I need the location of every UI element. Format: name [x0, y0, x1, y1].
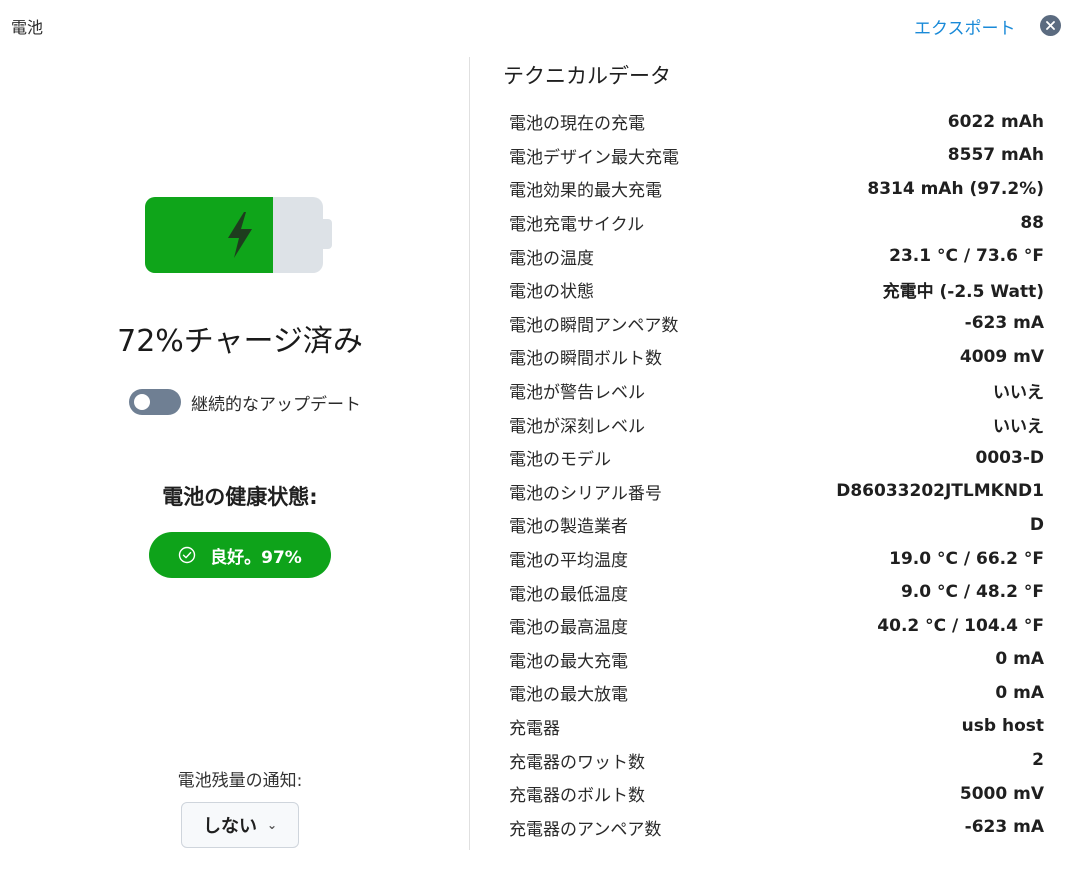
tech-row-label: 電池の瞬間ボルト数: [509, 349, 662, 370]
tech-row-label: 電池の温度: [509, 248, 594, 269]
tech-row-value: 88: [1020, 212, 1044, 233]
tech-row-label: 充電器のワット数: [509, 752, 645, 773]
tech-row-label: 充電器のアンペア数: [509, 819, 662, 840]
tech-row-label: 電池の最高温度: [509, 618, 628, 639]
tech-row: 電池のモデル 0003-D: [509, 441, 1044, 475]
tech-row-value: usb host: [961, 716, 1044, 737]
continuous-update-label: 継続的なアップデート: [191, 394, 361, 415]
tech-row-label: 電池の瞬間アンペア数: [509, 315, 679, 336]
tech-row-label: 電池の最大充電: [509, 651, 628, 672]
export-link[interactable]: エクスポート: [914, 14, 1016, 39]
tech-data-title: テクニカルデータ: [503, 64, 671, 88]
lightning-bolt-icon: [228, 212, 252, 258]
tech-row-value: 19.0 °C / 66.2 °F: [889, 548, 1044, 569]
tech-row-label: 電池が深刻レベル: [509, 416, 645, 437]
tech-row-label: 充電器: [509, 718, 560, 739]
tech-row-value: 4009 mV: [959, 346, 1044, 367]
tech-row-value: 5000 mV: [959, 783, 1044, 804]
tech-row: 電池の製造業者 D: [509, 508, 1044, 542]
tech-row-value: -623 mA: [964, 313, 1044, 334]
notify-selected-value: しない: [202, 816, 257, 837]
chevron-down-icon: ⌄: [266, 818, 278, 832]
tech-row-value: 23.1 °C / 73.6 °F: [889, 246, 1044, 267]
tech-row-label: 電池充電サイクル: [509, 215, 645, 236]
check-circle-icon: [178, 546, 196, 564]
tech-row-label: 電池デザイン最大充電: [509, 147, 679, 168]
tech-row-value: 0003-D: [975, 447, 1044, 468]
tech-row: 電池の温度 23.1 °C / 73.6 °F: [509, 239, 1044, 273]
close-button[interactable]: [1040, 15, 1061, 36]
tech-row-label: 電池の現在の充電: [509, 114, 645, 135]
window-title: 電池: [11, 18, 44, 37]
health-badge-text: 良好。97%: [210, 547, 302, 568]
tech-row: 充電器のボルト数 5000 mV: [509, 777, 1044, 811]
tech-row-value: 0 mA: [995, 649, 1044, 670]
tech-row-value: 0 mA: [995, 682, 1044, 703]
tech-row-label: 電池の状態: [509, 282, 594, 303]
tech-row-value: D86033202JTLMKND1: [836, 481, 1044, 502]
tech-row-label: 電池のモデル: [509, 450, 611, 471]
tech-row-label: 電池の平均温度: [509, 551, 628, 572]
tech-row-label: 電池が警告レベル: [509, 383, 645, 404]
tech-row: 電池の状態 充電中 (-2.5 Watt): [509, 273, 1044, 307]
battery-cap: [323, 219, 332, 249]
toggle-knob: [134, 394, 150, 410]
tech-row-value: 40.2 °C / 104.4 °F: [877, 615, 1044, 636]
health-badge: 良好。97%: [149, 532, 331, 578]
tech-row: 電池の瞬間アンペア数 -623 mA: [509, 307, 1044, 341]
tech-data-table: 電池の現在の充電 6022 mAh 電池デザイン最大充電 8557 mAh 電池効果的最…: [509, 105, 1044, 844]
tech-row-value: -623 mA: [964, 817, 1044, 838]
tech-row-value: D: [1029, 514, 1044, 535]
tech-row-value: 充電中 (-2.5 Watt): [882, 282, 1044, 303]
tech-row-label: 電池の製造業者: [509, 517, 628, 538]
tech-row: 電池の最大充電 0 mA: [509, 643, 1044, 677]
tech-row-label: 充電器のボルト数: [509, 786, 645, 807]
tech-row-label: 電池効果的最大充電: [509, 181, 662, 202]
panel-divider: [469, 57, 470, 850]
tech-row: 充電器 usb host: [509, 710, 1044, 744]
tech-row: 電池の現在の充電 6022 mAh: [509, 105, 1044, 139]
tech-row: 電池のシリアル番号 D86033202JTLMKND1: [509, 475, 1044, 509]
continuous-update-toggle[interactable]: [129, 389, 181, 415]
tech-row-label: 電池の最大放電: [509, 685, 628, 706]
notify-label: 電池残量の通知:: [177, 771, 303, 791]
tech-row-value: 2: [1032, 750, 1044, 771]
tech-row: 充電器のアンペア数 -623 mA: [509, 810, 1044, 844]
close-icon: [1046, 21, 1055, 30]
tech-row-value: 8314 mAh (97.2%): [867, 178, 1044, 199]
tech-row: 電池デザイン最大充電 8557 mAh: [509, 139, 1044, 173]
tech-row-value: 9.0 °C / 48.2 °F: [900, 582, 1044, 603]
tech-row: 電池の最高温度 40.2 °C / 104.4 °F: [509, 609, 1044, 643]
tech-row-value: 6022 mAh: [947, 111, 1044, 132]
tech-row-value: いいえ: [993, 383, 1044, 404]
tech-row: 電池が深刻レベル いいえ: [509, 407, 1044, 441]
tech-row: 充電器のワット数 2: [509, 743, 1044, 777]
notify-dropdown[interactable]: しない ⌄: [181, 802, 299, 848]
tech-row: 電池の最低温度 9.0 °C / 48.2 °F: [509, 575, 1044, 609]
tech-row-value: 8557 mAh: [947, 145, 1044, 166]
tech-row: 電池の最大放電 0 mA: [509, 676, 1044, 710]
tech-row: 電池充電サイクル 88: [509, 206, 1044, 240]
tech-row-label: 電池のシリアル番号: [509, 483, 662, 504]
tech-row: 電池の平均温度 19.0 °C / 66.2 °F: [509, 542, 1044, 576]
tech-row: 電池効果的最大充電 8314 mAh (97.2%): [509, 172, 1044, 206]
tech-row-label: 電池の最低温度: [509, 584, 628, 605]
tech-row: 電池の瞬間ボルト数 4009 mV: [509, 340, 1044, 374]
tech-row-value: いいえ: [993, 416, 1044, 437]
health-title: 電池の健康状態:: [162, 485, 318, 509]
continuous-update-row: 継続的なアップデート: [129, 389, 361, 415]
charge-status-label: 72%チャージ済み: [117, 324, 363, 359]
tech-row: 電池が警告レベル いいえ: [509, 374, 1044, 408]
